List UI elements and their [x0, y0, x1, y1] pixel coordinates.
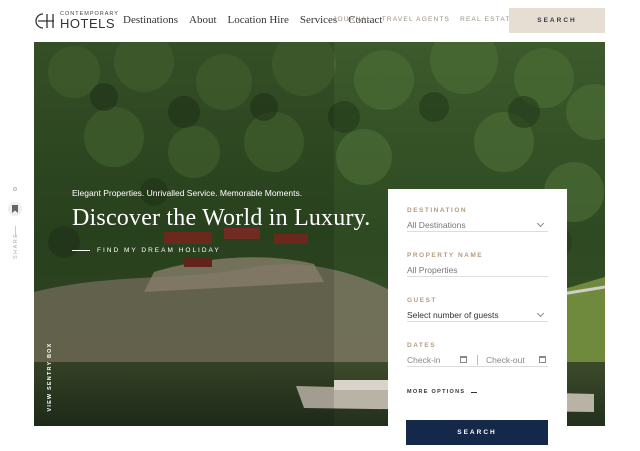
- checkin-input[interactable]: Check-in: [407, 355, 469, 365]
- property-label: PROPERTY NAME: [407, 252, 484, 259]
- nav-item-location-hire[interactable]: Location Hire: [228, 14, 289, 26]
- property-input[interactable]: All Properties: [407, 263, 548, 277]
- guest-value: Select number of guests: [407, 309, 499, 320]
- hero-tagline: Elegant Properties. Unrivalled Service. …: [72, 188, 303, 198]
- chevron-down-icon: [536, 219, 545, 227]
- calendar-icon: [460, 356, 467, 363]
- brand-name: HOTELS: [60, 16, 116, 32]
- secondary-nav: JOURNAL TRAVEL AGENTS REAL ESTATE: [333, 16, 516, 23]
- link-dash: [72, 250, 90, 251]
- bookmark-button[interactable]: [8, 202, 22, 216]
- more-options-toggle[interactable]: MORE OPTIONS: [407, 389, 478, 395]
- booking-panel: DESTINATION All Destinations PROPERTY NA…: [388, 189, 567, 451]
- bookmark-icon: [12, 205, 18, 213]
- dates-label: DATES: [407, 342, 437, 349]
- scroll-indicator-dot[interactable]: [13, 187, 17, 191]
- booking-search-button[interactable]: SEARCH: [406, 420, 548, 445]
- ch-monogram-icon: [35, 13, 54, 29]
- nav-item-real-estate[interactable]: REAL ESTATE: [460, 16, 516, 23]
- more-options-label: MORE OPTIONS: [407, 389, 466, 395]
- guest-field: GUEST Select number of guests: [407, 297, 548, 322]
- property-field: PROPERTY NAME All Properties: [407, 252, 548, 277]
- destination-field: DESTINATION All Destinations: [407, 207, 548, 232]
- nav-item-journal[interactable]: JOURNAL: [333, 16, 372, 23]
- nav-item-travel-agents[interactable]: TRAVEL AGENTS: [382, 16, 450, 23]
- brand-logo[interactable]: CONTEMPORARY HOTELS: [34, 10, 119, 32]
- checkin-placeholder: Check-in: [407, 354, 441, 365]
- destination-value: All Destinations: [407, 219, 466, 230]
- destination-label: DESTINATION: [407, 207, 468, 214]
- checkout-placeholder: Check-out: [486, 354, 525, 365]
- guest-select[interactable]: Select number of guests: [407, 308, 548, 322]
- date-separator: [477, 354, 478, 365]
- chevron-down-icon: [536, 309, 545, 317]
- dates-row: Check-in Check-out: [407, 353, 548, 367]
- find-dream-holiday-link[interactable]: FIND MY DREAM HOLIDAY: [72, 247, 221, 254]
- destination-select[interactable]: All Destinations: [407, 218, 548, 232]
- nav-item-about[interactable]: About: [189, 14, 217, 26]
- hero-title: Discover the World in Luxury.: [72, 205, 371, 231]
- header-search-button[interactable]: SEARCH: [509, 8, 605, 33]
- share-label[interactable]: SHARE: [13, 233, 19, 259]
- virtual-tour-link[interactable]: VIEW SENTRY BOX: [47, 332, 53, 422]
- nav-item-services[interactable]: Services: [300, 14, 337, 26]
- find-dream-holiday-label: FIND MY DREAM HOLIDAY: [97, 247, 221, 254]
- minus-icon: [471, 391, 478, 393]
- guest-label: GUEST: [407, 297, 437, 304]
- site-header: CONTEMPORARY HOTELS Destinations About L…: [0, 0, 640, 42]
- property-placeholder: All Properties: [407, 264, 458, 275]
- checkout-input[interactable]: Check-out: [486, 355, 548, 365]
- calendar-icon: [539, 356, 546, 363]
- dates-field: DATES Check-in Check-out: [407, 342, 548, 367]
- nav-item-destinations[interactable]: Destinations: [123, 14, 178, 26]
